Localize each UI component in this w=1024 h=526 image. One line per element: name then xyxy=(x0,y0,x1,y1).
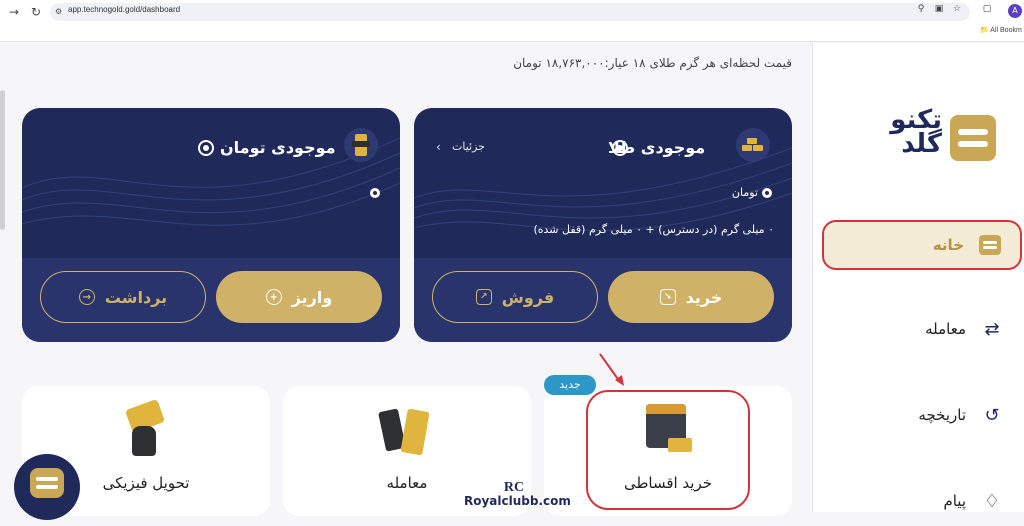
buy-label: خرید xyxy=(685,287,723,307)
all-bookmarks-link[interactable]: 📁 All Bookm xyxy=(980,26,1022,34)
eye-icon[interactable] xyxy=(612,140,628,156)
withdraw-button[interactable]: برداشت → xyxy=(40,271,206,323)
details-link[interactable]: جزئیات xyxy=(452,140,485,153)
buy-icon: ↘ xyxy=(659,289,676,305)
home-icon xyxy=(978,233,1002,257)
sell-button[interactable]: فروش ↗ xyxy=(432,271,598,323)
gold-price-ticker: قیمت لحظه‌ای هر گرم طلای ۱۸ عیار:۱۸,۷۶۳,… xyxy=(513,56,792,70)
sidebar-item-history[interactable]: تاریخچه ↺ xyxy=(822,390,1022,440)
scrollbar[interactable] xyxy=(0,90,5,230)
hand-arm-icon xyxy=(132,426,156,456)
watermark: RC Royalclubb.com xyxy=(464,480,571,512)
address-bar[interactable]: ⚙ app.technogold.gold/dashboard xyxy=(50,3,970,21)
sidebar-item-trade[interactable]: معامله ⇄ xyxy=(822,304,1022,354)
bell-icon: ♢ xyxy=(983,490,1001,512)
browser-toolbar: → ↻ ⚙ app.technogold.gold/dashboard ⚲ ▣ … xyxy=(0,0,1024,42)
eye-icon[interactable] xyxy=(198,140,214,156)
wave-decoration xyxy=(22,137,400,226)
zoom-icon[interactable]: ⚲ xyxy=(916,4,926,14)
sell-icon: ↗ xyxy=(475,289,492,305)
gold-balance-line: ۰ میلی گرم (در دسترس) + ۰ میلی گرم (قفل … xyxy=(533,223,774,236)
sidebar-item-home[interactable]: خانه xyxy=(822,220,1022,270)
deposit-button[interactable]: واریز + xyxy=(216,271,382,323)
profile-avatar[interactable]: A xyxy=(1008,4,1022,18)
sidebar-item-label: تاریخچه xyxy=(918,406,966,424)
sell-label: فروش xyxy=(501,287,555,307)
plus-circle-icon: + xyxy=(265,289,282,305)
sidebar-item-label: معامله xyxy=(925,320,966,338)
sidebar-item-label: پیام xyxy=(943,492,966,510)
history-icon: ↺ xyxy=(984,404,1000,426)
watermark-text: Royalclubb.com xyxy=(464,494,571,508)
screenshot-icon[interactable]: ▣ xyxy=(934,4,944,14)
sidebar-item-messages[interactable]: پیام ♢ xyxy=(822,476,1022,526)
annotation-arrow xyxy=(599,353,624,386)
technogold-logo-icon xyxy=(950,115,996,161)
deposit-label: واریز xyxy=(291,287,333,307)
chevron-left-icon[interactable]: ‹ xyxy=(436,140,441,154)
annotation-highlight xyxy=(586,390,750,510)
sidebar-item-label: خانه xyxy=(932,236,964,254)
star-icon[interactable]: ☆ xyxy=(952,4,962,14)
back-arrow-icon[interactable]: → xyxy=(6,4,22,20)
buy-button[interactable]: خرید ↘ xyxy=(608,271,774,323)
arrow-right-circle-icon: → xyxy=(78,289,95,305)
extensions-icon[interactable]: ▢ xyxy=(982,4,992,14)
gold-bars-icon xyxy=(736,128,770,162)
new-badge: جدید xyxy=(544,375,596,395)
radio-icon[interactable] xyxy=(762,188,772,198)
brand-logo-text: تکنو گلد xyxy=(890,105,942,159)
unit-label: تومان xyxy=(731,186,758,199)
site-info-icon[interactable]: ⚙ xyxy=(55,7,63,17)
cash-icon xyxy=(344,128,378,162)
reload-icon[interactable]: ↻ xyxy=(28,4,44,20)
withdraw-label: برداشت xyxy=(104,287,168,307)
bookmarks-label: All Bookm xyxy=(990,27,1022,34)
toman-balance-title: موجودی تومان xyxy=(220,138,336,157)
chat-icon xyxy=(30,468,64,498)
trade-icon: ⇄ xyxy=(984,318,1000,340)
url-text: app.technogold.gold/dashboard xyxy=(68,5,181,14)
radio-icon[interactable] xyxy=(370,188,380,198)
